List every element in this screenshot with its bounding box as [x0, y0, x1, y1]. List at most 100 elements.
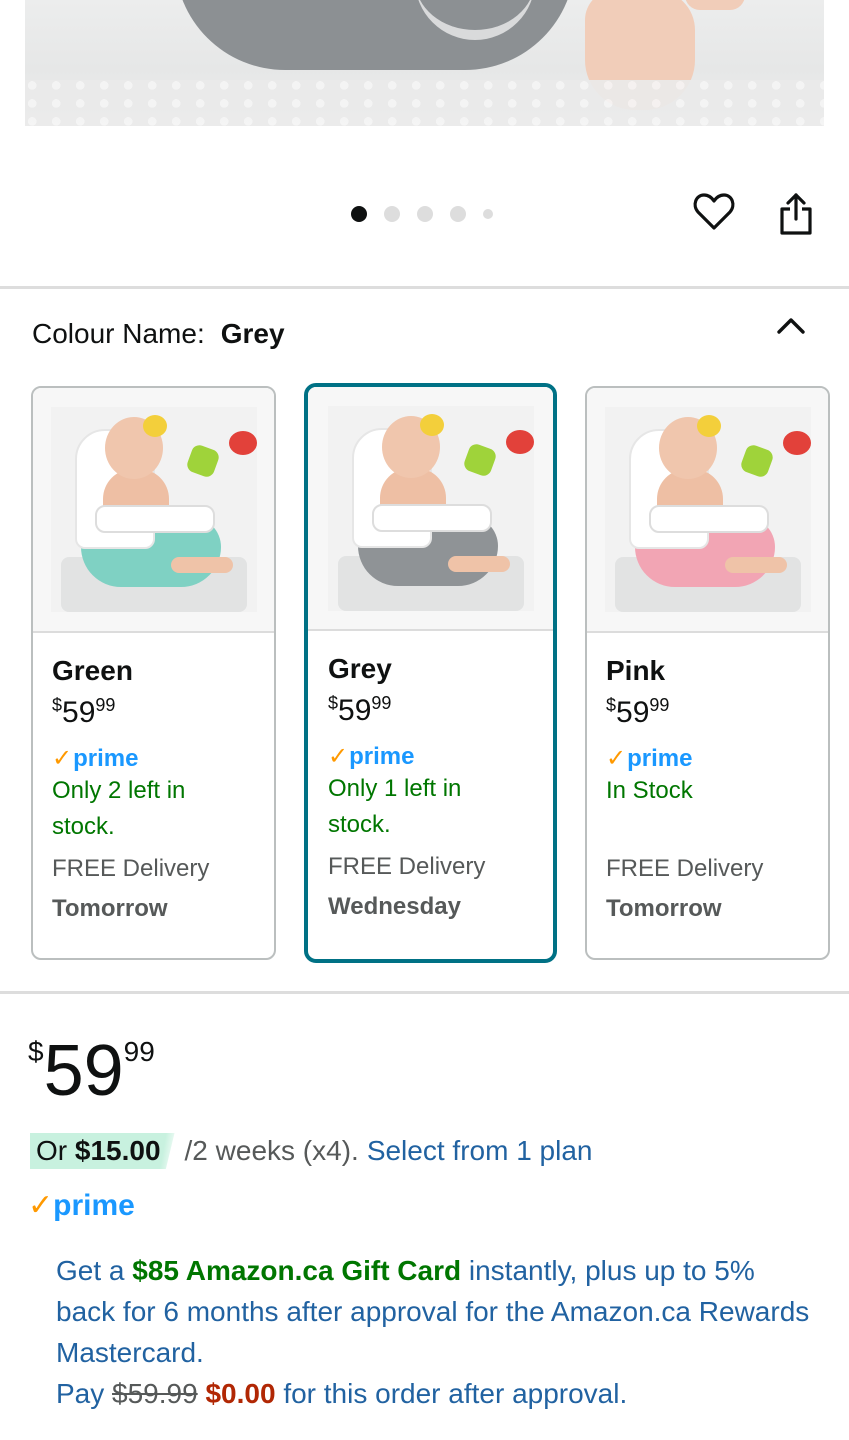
price-symbol: $	[606, 695, 617, 715]
image-carousel-dots[interactable]	[351, 206, 493, 222]
variation-price: $5999	[52, 695, 274, 737]
offer-old-price: $59.99	[112, 1378, 198, 1409]
offer-suffix: for this order after approval.	[283, 1378, 628, 1409]
price-whole: 59	[616, 696, 650, 729]
variation-info: Grey $5999 ✓ prime Only 1 left in stock. …	[308, 631, 553, 927]
price-symbol: $	[28, 1036, 44, 1067]
plan-highlight: Or $15.00	[30, 1133, 175, 1169]
variation-card-green[interactable]: Green $5999 ✓ prime Only 2 left in stock.…	[31, 386, 276, 960]
variation-info: Green $5999 ✓ prime Only 2 left in stock.…	[33, 633, 274, 929]
delivery-label: FREE Delivery	[328, 853, 486, 880]
crab-toy	[228, 431, 257, 455]
variation-header: Colour Name: Grey	[32, 318, 285, 350]
variation-label: Colour Name:	[32, 318, 205, 349]
variation-image-wrap	[33, 388, 274, 633]
wishlist-button[interactable]	[690, 188, 738, 236]
duck-toy	[142, 415, 167, 437]
plan-amount: $15.00	[74, 1135, 161, 1166]
prime-check-icon: ✓	[606, 745, 627, 772]
variation-info: Pink $5999 ✓ prime In Stock FREE Delivery…	[587, 633, 828, 929]
duck-toy	[419, 413, 444, 436]
seat-tray	[648, 505, 769, 533]
price-cents: 99	[123, 1036, 155, 1067]
carousel-dot[interactable]	[384, 206, 400, 222]
variation-price: $5999	[606, 695, 828, 737]
offer-pay: Pay	[56, 1378, 105, 1409]
collapse-variations-button[interactable]	[774, 312, 808, 340]
delivery-day: Tomorrow	[52, 895, 168, 922]
offer-gift-card: $85 Amazon.ca Gift Card	[132, 1255, 462, 1286]
product-image[interactable]	[25, 0, 824, 126]
prime-badge: ✓ prime	[606, 737, 692, 773]
bath-foam-image-part	[25, 80, 824, 126]
carousel-dot[interactable]	[417, 206, 433, 222]
price-symbol: $	[328, 693, 339, 713]
plan-or: Or	[36, 1135, 68, 1166]
buybox-price: $5999	[28, 1030, 155, 1112]
variation-name: Grey	[328, 653, 392, 684]
offer-new-price: $0.00	[205, 1378, 276, 1409]
installment-plan: Or $15.00 /2 weeks (x4). Select from 1 p…	[30, 1133, 592, 1169]
delivery-label: FREE Delivery	[606, 855, 764, 882]
price-cents: 99	[371, 693, 392, 713]
seat-tray	[94, 505, 215, 533]
stock-status: Only 1 left in stock.	[328, 775, 462, 838]
price-cents: 99	[95, 695, 116, 715]
prime-check-icon: ✓	[52, 745, 73, 772]
variation-thumbnail	[327, 405, 534, 611]
baby-leg	[170, 557, 233, 573]
variation-selected-value: Grey	[220, 318, 285, 349]
prime-badge: ✓ prime	[52, 737, 138, 773]
carousel-dot[interactable]	[483, 209, 493, 219]
share-icon	[780, 193, 812, 235]
carousel-dot-active[interactable]	[351, 206, 367, 222]
baby-leg	[724, 557, 787, 573]
prime-label: prime	[627, 745, 693, 772]
price-whole: 59	[43, 1031, 124, 1111]
stock-status: In Stock	[606, 777, 693, 804]
variation-price: $5999	[328, 693, 553, 735]
plan-period: /2 weeks (x4).	[184, 1135, 359, 1166]
crab-toy	[505, 429, 534, 454]
variation-card-grey[interactable]: Grey $5999 ✓ prime Only 1 left in stock. …	[304, 383, 557, 963]
stock-status: Only 2 left in stock.	[52, 777, 186, 840]
offer-prefix: Get a	[56, 1255, 125, 1286]
variation-name: Pink	[606, 655, 666, 686]
baby-toes-image-part	[685, 0, 745, 10]
credit-card-offer[interactable]: Get a $85 Amazon.ca Gift Card instantly,…	[56, 1250, 816, 1414]
variation-image-wrap	[308, 387, 553, 631]
price-whole: 59	[62, 696, 96, 729]
prime-badge-large: ✓prime	[28, 1188, 135, 1223]
carousel-dot[interactable]	[450, 206, 466, 222]
delivery-day: Wednesday	[328, 893, 461, 920]
star-toy	[184, 443, 221, 479]
heart-outline-icon	[693, 193, 735, 230]
delivery-label: FREE Delivery	[52, 855, 210, 882]
variation-card-pink[interactable]: Pink $5999 ✓ prime In Stock FREE Delivery…	[585, 386, 830, 960]
prime-label: prime	[73, 745, 139, 772]
section-divider	[0, 991, 849, 994]
price-whole: 59	[338, 694, 372, 727]
baby-leg	[447, 555, 510, 572]
variation-thumbnail	[50, 407, 257, 612]
crab-toy	[782, 431, 811, 455]
star-toy	[461, 441, 498, 478]
variation-image-wrap	[587, 388, 828, 633]
share-button[interactable]	[772, 190, 820, 238]
seat-tray	[371, 503, 492, 532]
prime-check-icon: ✓	[328, 743, 349, 770]
price-symbol: $	[52, 695, 63, 715]
price-cents: 99	[649, 695, 670, 715]
variation-name: Green	[52, 655, 133, 686]
prime-badge: ✓ prime	[328, 735, 414, 771]
select-plan-link[interactable]: Select from 1 plan	[367, 1135, 593, 1167]
prime-label: prime	[53, 1189, 135, 1222]
variation-thumbnail	[604, 407, 811, 612]
star-toy	[738, 443, 775, 479]
chevron-up-icon	[777, 318, 805, 334]
delivery-day: Tomorrow	[606, 895, 722, 922]
section-divider	[0, 286, 849, 289]
duck-toy	[696, 415, 721, 437]
prime-label: prime	[349, 743, 415, 770]
prime-check-icon: ✓	[28, 1189, 54, 1222]
